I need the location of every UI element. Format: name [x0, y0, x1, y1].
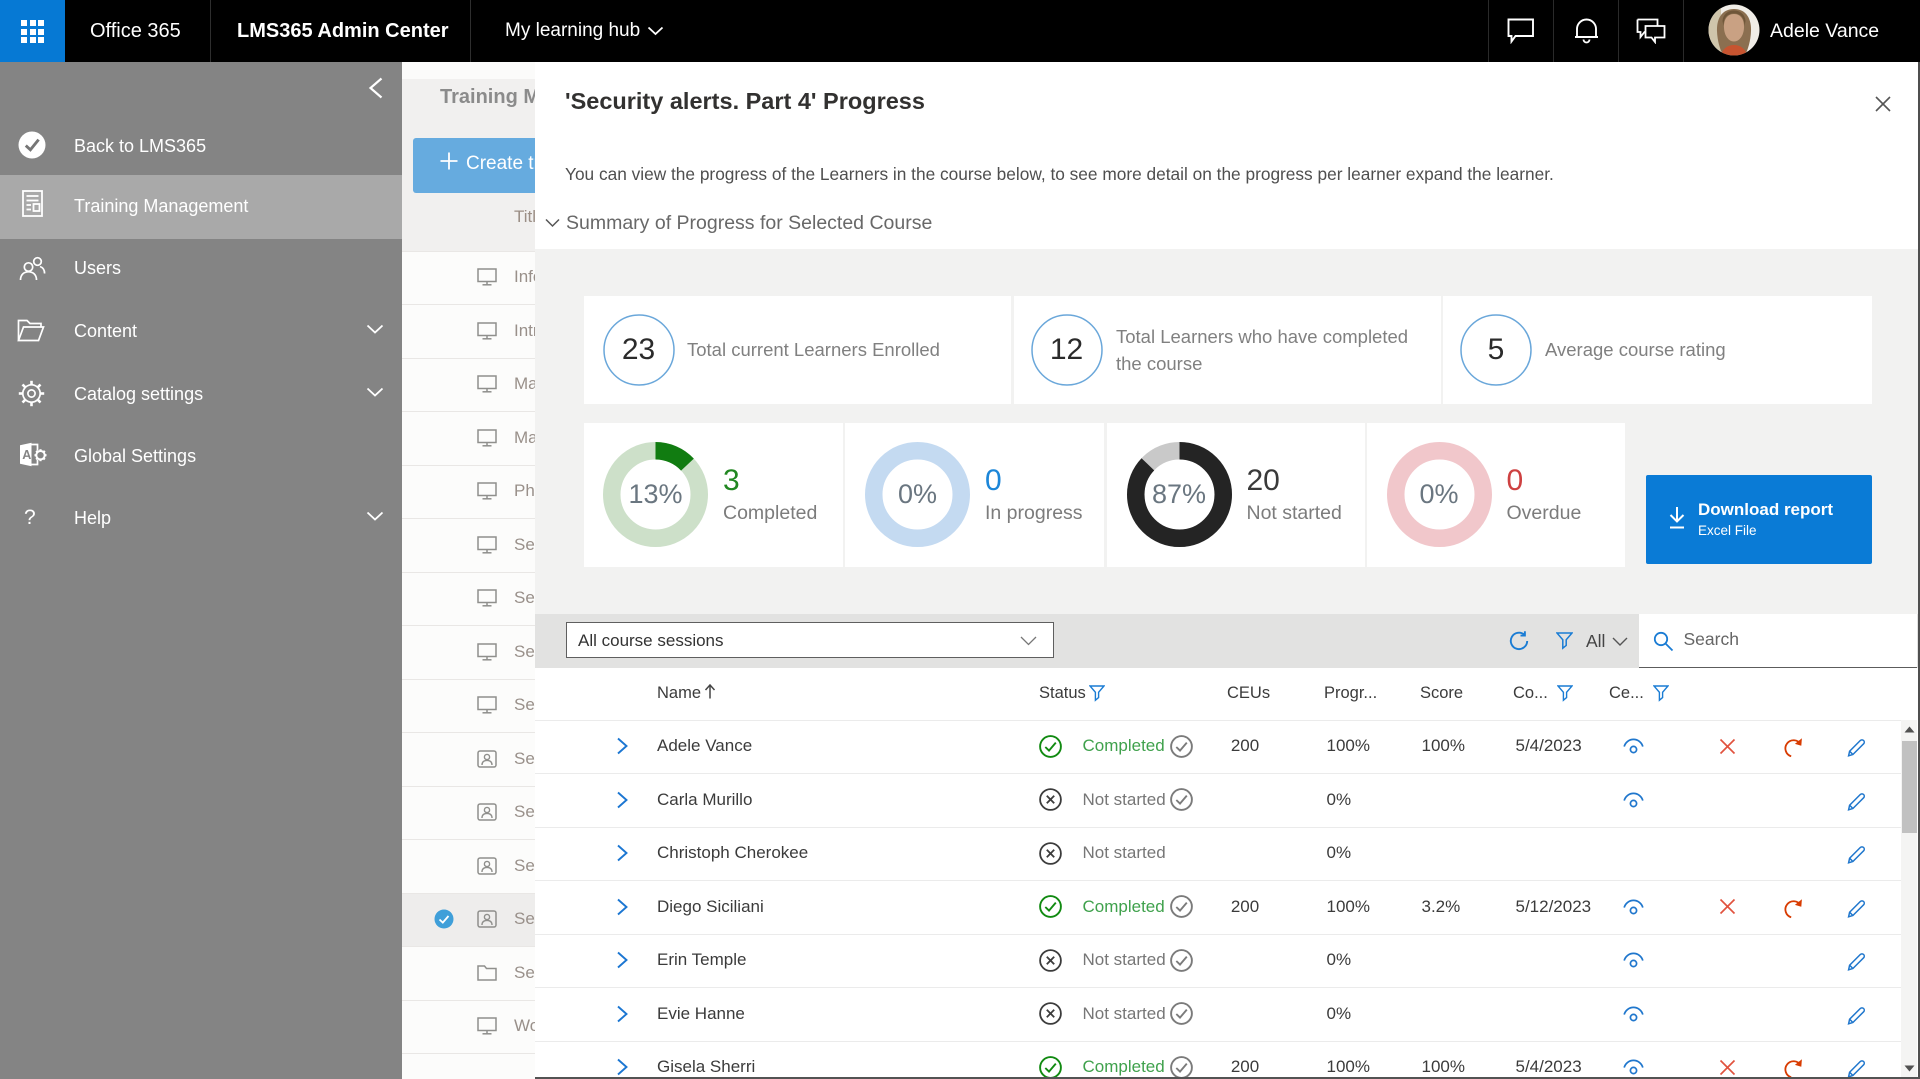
svg-text:A: A: [22, 448, 31, 462]
